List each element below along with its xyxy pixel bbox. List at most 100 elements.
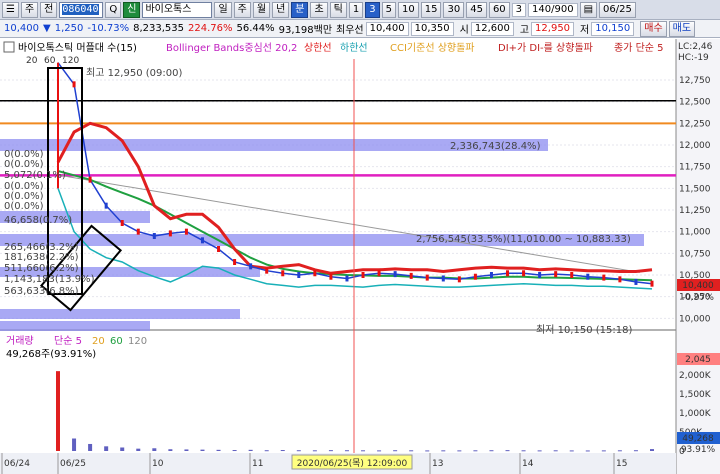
period-day-button[interactable]: 일 [214, 1, 232, 18]
interval-select[interactable]: 3 [511, 2, 527, 17]
legend-corner-0: LC:2,46 [678, 42, 713, 52]
chart-toolbar: ☰ 주 전 086040 Q 신 바이오톡스 일 주 월 년 분 초 틱 1 3… [0, 0, 720, 20]
y-tick-4: 11,750 [679, 163, 711, 173]
candle-32 [570, 272, 574, 278]
interval-15-button[interactable]: 15 [420, 1, 442, 18]
candle-25 [457, 276, 461, 283]
candle-2 [88, 176, 92, 183]
date-picker[interactable]: 06/25 [599, 1, 636, 18]
crosshair-date: 2020/06/25(목) 12:09:00 [297, 458, 408, 469]
search-icon[interactable]: Q [105, 1, 122, 18]
profile-left-label-9: 511,660(6.2%) [4, 263, 79, 274]
volume-bar-7 [168, 449, 173, 451]
volume-bar-36 [633, 450, 638, 452]
price-change: 1,250 [54, 23, 84, 34]
interval-45-button[interactable]: 45 [466, 1, 487, 18]
volume-bar-16 [312, 450, 317, 452]
candle-27 [489, 272, 493, 278]
volume-bar-17 [328, 450, 333, 452]
count-display: 140/900 [528, 2, 578, 17]
candle-19 [361, 272, 365, 278]
candle-16 [313, 270, 317, 277]
interval-5-button[interactable]: 5 [381, 1, 396, 18]
candle-23 [425, 274, 429, 281]
profile-left-label-1: 0(0.0%) [4, 159, 44, 170]
stock-code-input[interactable]: 086040 [59, 1, 104, 18]
interval-10-button[interactable]: 10 [398, 1, 419, 18]
legend-toggle-icon[interactable] [3, 41, 15, 53]
y-tick-2: 12,250 [679, 119, 711, 129]
volume-badge-2-text: 49,268 [682, 434, 714, 444]
y-tick-5: 11,500 [679, 184, 711, 194]
candle-33 [586, 273, 590, 280]
stock-name-field[interactable]: 바이오톡스 [142, 1, 213, 18]
volume-bar-0 [56, 371, 60, 451]
category-badge: 신 [123, 1, 141, 18]
volume-bar-11 [232, 450, 237, 452]
candle-3 [104, 202, 108, 209]
volume-bar-29 [521, 450, 526, 452]
candle-8 [184, 228, 188, 235]
trading-amount: 93,198백만 [278, 25, 333, 36]
best-ask: 10,400 [365, 21, 409, 36]
legend-main-2: 상한선 [304, 42, 332, 54]
market-button[interactable]: 주 [20, 1, 39, 18]
second-button[interactable]: 초 [310, 1, 328, 18]
candle-9 [200, 237, 204, 244]
x-tick-5: 14 [522, 459, 534, 469]
prev-button[interactable]: 전 [40, 1, 58, 18]
open-label: 시 [459, 25, 469, 36]
volume-bar-31 [553, 450, 558, 452]
sell-button[interactable]: 매도 [668, 20, 696, 37]
minute-button[interactable]: 분 [291, 1, 309, 18]
x-tick-0: 06/24 [4, 459, 30, 469]
low-annotation: 최저 10,150 (15:18) [536, 324, 632, 336]
high-label: 고 [519, 25, 530, 36]
volume-bar-4 [120, 447, 125, 451]
legend-main-6: 종가 단순 5 [614, 42, 664, 54]
candle-6 [152, 233, 156, 239]
volume-bar-28 [505, 450, 510, 452]
x-tick-3: 11 [252, 459, 263, 469]
volume-bar-2 [88, 443, 93, 451]
period-week-button[interactable]: 주 [233, 1, 251, 18]
interval-30-button[interactable]: 30 [443, 1, 465, 18]
buy-button[interactable]: 매수 [640, 20, 667, 37]
period-year-button[interactable]: 년 [272, 1, 290, 18]
candle-21 [393, 271, 397, 278]
tick-button[interactable]: 틱 [329, 1, 347, 18]
volume-title: 거래량 [6, 335, 34, 347]
candle-24 [441, 275, 445, 282]
volume-bar-10 [216, 449, 221, 451]
interval-1-button[interactable]: 1 [348, 1, 364, 18]
y-tick-11: 10,000 [679, 314, 711, 324]
candle-35 [618, 276, 622, 283]
legend-main-0: 바이오톡스틱 머플대 수(15) [18, 42, 137, 54]
volume-ma-120: 120 [128, 336, 147, 347]
candle-22 [409, 272, 413, 279]
high-price: 12,950 [531, 21, 575, 36]
turnover-percent: 56.44% [236, 23, 275, 34]
chart-settings-icon[interactable]: ▤ [579, 1, 598, 18]
volume-ma-60: 60 [110, 336, 123, 347]
volume-bar-15 [296, 450, 301, 452]
volume-bar-12 [248, 449, 253, 451]
profile-left-label-11: 563,633(6.8%) [4, 286, 79, 297]
stock-chart[interactable]: 12,750 12,500 12,250 12,000 11,750 11,500 11,2… [0, 39, 720, 474]
volume-info: 49,268주(93.91%) [6, 349, 96, 360]
low-label: 저 [580, 25, 590, 36]
candle-10 [217, 246, 221, 252]
volume-badge-text: 2,045 [685, 355, 711, 365]
candle-17 [329, 273, 333, 280]
interval-3-button[interactable]: 3 [365, 1, 380, 18]
legend-ma-20: 20 [26, 56, 38, 66]
interval-60-button[interactable]: 60 [488, 1, 510, 18]
candle-5 [136, 228, 140, 235]
candle-4 [120, 220, 124, 226]
volume-bar-6 [152, 448, 157, 451]
volume-bar-14 [280, 450, 285, 452]
legend-ma-120: 120 [62, 56, 79, 66]
period-month-button[interactable]: 월 [252, 1, 271, 18]
volume-bar-22 [409, 450, 414, 452]
menu-icon[interactable]: ☰ [2, 1, 19, 18]
